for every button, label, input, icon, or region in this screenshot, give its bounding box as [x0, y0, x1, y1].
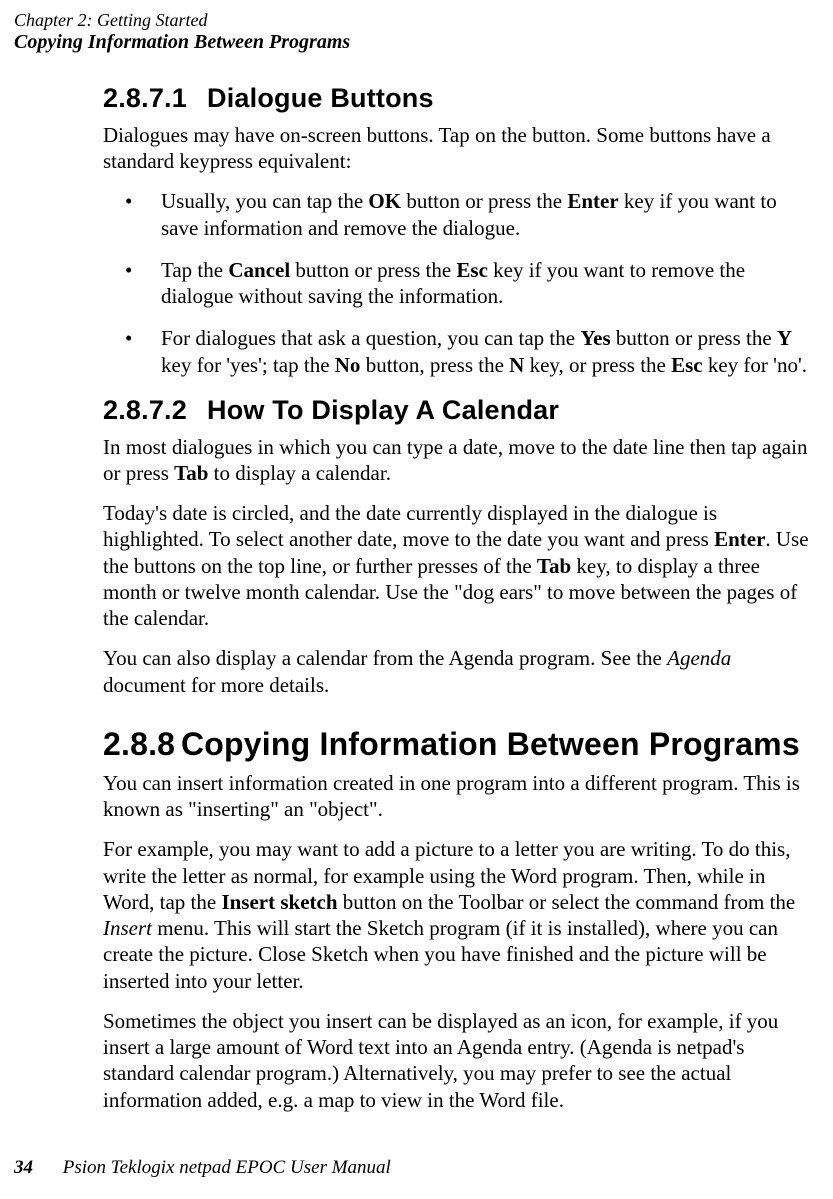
heading-text: Dialogue Buttons [207, 83, 434, 113]
paragraph: Today's date is circled, and the date cu… [103, 500, 813, 631]
heading-2872: 2.8.7.2How To Display A Calendar [103, 394, 813, 428]
list-item: Usually, you can tap the OK button or pr… [103, 188, 813, 241]
section-line: Copying Information Between Programs [14, 31, 819, 54]
heading-2871: 2.8.7.1Dialogue Buttons [103, 82, 813, 116]
text: key, or press the [524, 353, 671, 377]
bold-text: Tab [537, 554, 571, 578]
text: to display a calendar. [208, 461, 391, 485]
heading-number: 2.8.8 [103, 724, 181, 764]
text: document for more details. [103, 673, 329, 697]
paragraph: In most dialogues in which you can type … [103, 434, 813, 487]
text: menu. This will start the Sketch program… [103, 916, 778, 993]
page-footer: 34 Psion Teklogix netpad EPOC User Manua… [14, 1157, 391, 1179]
italic-text: Agenda [667, 646, 731, 670]
text: key for 'no'. [703, 353, 807, 377]
bold-text: Tab [174, 461, 208, 485]
bold-text: Enter [567, 189, 618, 213]
paragraph: Dialogues may have on-screen buttons. Ta… [103, 122, 813, 175]
bold-text: Insert sketch [221, 890, 337, 914]
bold-text: OK [368, 189, 401, 213]
text: button or press the [290, 258, 456, 282]
list-item: For dialogues that ask a question, you c… [103, 325, 813, 378]
text: Tap the [161, 258, 228, 282]
bold-text: Esc [671, 353, 703, 377]
heading-number: 2.8.7.1 [103, 82, 207, 116]
text: button or press the [401, 189, 567, 213]
heading-number: 2.8.7.2 [103, 394, 207, 428]
chapter-line: Chapter 2: Getting Started [14, 10, 819, 31]
page-number: 34 [14, 1157, 58, 1179]
bold-text: Y [777, 326, 792, 350]
text: button, press the [360, 353, 509, 377]
page-header: Chapter 2: Getting Started Copying Infor… [14, 10, 819, 54]
bold-text: Enter [714, 527, 765, 551]
list-item: Tap the Cancel button or press the Esc k… [103, 257, 813, 310]
paragraph: Sometimes the object you insert can be d… [103, 1008, 813, 1113]
text: Usually, you can tap the [161, 189, 368, 213]
italic-text: Insert [103, 916, 152, 940]
bold-text: N [509, 353, 524, 377]
text: For dialogues that ask a question, you c… [161, 326, 580, 350]
text: key for 'yes'; tap the [161, 353, 335, 377]
paragraph: You can insert information created in on… [103, 770, 813, 823]
page-content: 2.8.7.1Dialogue Buttons Dialogues may ha… [103, 82, 813, 1129]
text: button on the Toolbar or select the comm… [338, 890, 796, 914]
bold-text: Esc [456, 258, 488, 282]
heading-text: How To Display A Calendar [207, 395, 559, 425]
heading-text: Copying Information Between Programs [181, 726, 800, 762]
heading-288: 2.8.8Copying Information Between Program… [103, 724, 813, 764]
bold-text: No [335, 353, 361, 377]
paragraph: You can also display a calendar from the… [103, 645, 813, 698]
text: button or press the [611, 326, 777, 350]
footer-title: Psion Teklogix netpad EPOC User Manual [63, 1157, 391, 1178]
paragraph: For example, you may want to add a pictu… [103, 836, 813, 994]
text: Today's date is circled, and the date cu… [103, 501, 717, 551]
text: You can also display a calendar from the… [103, 646, 667, 670]
bullet-list: Usually, you can tap the OK button or pr… [103, 188, 813, 378]
bold-text: Cancel [228, 258, 290, 282]
bold-text: Yes [580, 326, 610, 350]
